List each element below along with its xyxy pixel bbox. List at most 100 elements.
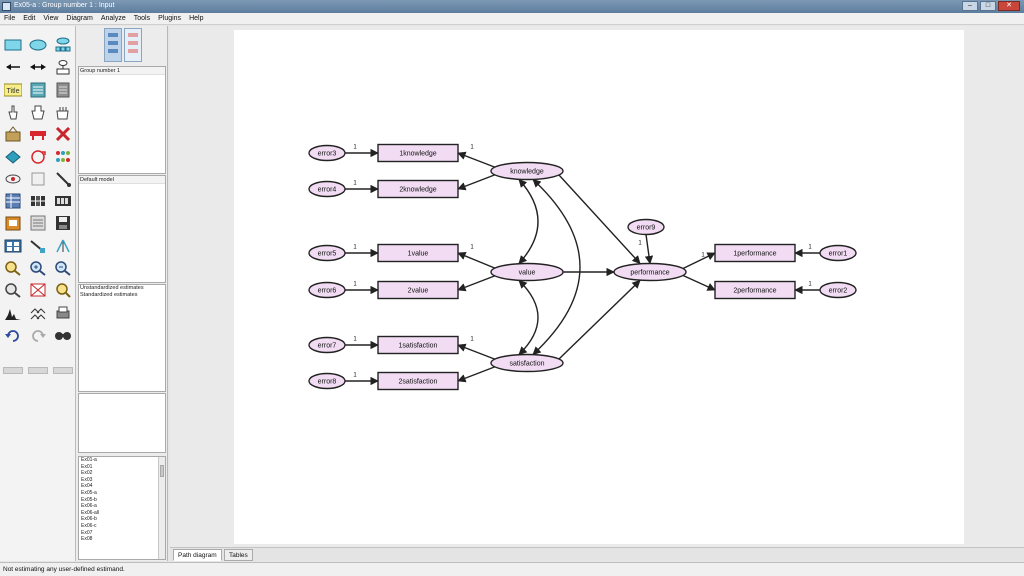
tool-undo-button[interactable]	[3, 326, 23, 344]
tool-bayesian-button[interactable]	[3, 304, 23, 322]
observed-variable-label: 2satisfaction	[399, 378, 438, 385]
menu-analyze[interactable]: Analyze	[97, 13, 130, 24]
menu-file[interactable]: File	[0, 13, 19, 24]
tool-deselect-button[interactable]	[53, 103, 73, 121]
tool-preserve-symmetries-button[interactable]	[53, 237, 73, 255]
groups-panel: Group number 1	[78, 66, 166, 174]
structural-arrow	[558, 279, 641, 360]
tool-zoom-out-button[interactable]	[53, 259, 73, 277]
minimize-button[interactable]: –	[962, 1, 978, 11]
file-item[interactable]: Ex06-b	[79, 516, 165, 523]
view-input-button[interactable]	[104, 28, 122, 62]
tool-select-one-button[interactable]	[3, 103, 23, 121]
toolbox-tab-1[interactable]	[3, 367, 23, 374]
tool-single-arrow-button[interactable]	[3, 58, 23, 76]
view-output-button[interactable]	[124, 28, 142, 62]
group-item[interactable]: Group number 1	[79, 67, 165, 75]
menu-view[interactable]: View	[39, 13, 62, 24]
rectangle-icon	[4, 39, 22, 51]
tool-rectangle-button[interactable]	[3, 36, 23, 54]
tool-move-parameters-button[interactable]	[3, 170, 23, 188]
tool-object-properties-button[interactable]	[3, 237, 23, 255]
menu-tools[interactable]: Tools	[130, 13, 154, 24]
tool-unique-variable-button[interactable]	[53, 58, 73, 76]
loading-arrow	[457, 343, 498, 361]
tool-drag-properties-button[interactable]	[28, 237, 48, 255]
tool-title-button[interactable]: Title	[3, 81, 23, 99]
tool-list-variables-button[interactable]	[28, 81, 48, 99]
tool-touch-up-button[interactable]	[53, 170, 73, 188]
error-term-label: error4	[318, 186, 337, 193]
tool-zoom-area-button[interactable]	[3, 259, 23, 277]
file-item[interactable]: Ex04	[79, 483, 165, 490]
tool-copy-button[interactable]	[3, 125, 23, 143]
menu-plugins[interactable]: Plugins	[154, 13, 185, 24]
menu-help[interactable]: Help	[185, 13, 207, 24]
file-item[interactable]: Ex01-a	[79, 457, 165, 464]
multiple-group-icon	[30, 307, 46, 319]
path-weight-label: 1	[353, 282, 357, 288]
maximize-button[interactable]: □	[980, 1, 996, 11]
redo-icon	[32, 330, 46, 342]
menu-diagram[interactable]: Diagram	[62, 13, 96, 24]
tool-print-button[interactable]	[53, 304, 73, 322]
tool-erase-button[interactable]	[53, 125, 73, 143]
toolbox-tab-2[interactable]	[28, 367, 48, 374]
standardized-item[interactable]: Standardized estimates	[79, 292, 165, 299]
tool-reflect-button[interactable]	[53, 148, 73, 166]
tool-data-files-button[interactable]	[3, 192, 23, 210]
tool-ellipse-button[interactable]	[28, 36, 48, 54]
file-item[interactable]: Ex02	[79, 470, 165, 477]
move-icon	[30, 131, 46, 141]
tool-list-dataset-button[interactable]	[53, 81, 73, 99]
tool-calculate-estimates-button[interactable]	[53, 192, 73, 210]
file-item[interactable]: Ex06-c	[79, 523, 165, 530]
zoom-in-icon	[30, 261, 46, 276]
file-item[interactable]: Ex03	[79, 477, 165, 484]
tool-analysis-properties-button[interactable]	[28, 192, 48, 210]
close-button[interactable]: ✕	[998, 1, 1020, 11]
tool-fit-page-button[interactable]	[28, 281, 48, 299]
error-term-label: error6	[318, 287, 337, 294]
error-term-label: error9	[637, 224, 656, 231]
tool-loupe-button[interactable]	[53, 281, 73, 299]
erase-icon	[55, 127, 71, 142]
unstandardized-item[interactable]: Unstandardized estimates	[79, 285, 165, 292]
tool-zoom-page-button[interactable]	[3, 281, 23, 299]
tool-scroll-button[interactable]	[28, 170, 48, 188]
file-item[interactable]: Ex05-a	[79, 490, 165, 497]
file-item[interactable]: Ex06-all	[79, 510, 165, 517]
tab-path-diagram[interactable]: Path diagram	[173, 549, 222, 561]
file-list-scrollbar[interactable]	[158, 457, 165, 559]
tool-specification-search-button[interactable]	[53, 326, 73, 344]
tool-save-button[interactable]	[53, 214, 73, 232]
tool-move-button[interactable]	[28, 125, 48, 143]
tool-rotate-button[interactable]	[28, 148, 48, 166]
tool-select-all-button[interactable]	[28, 103, 48, 121]
file-item[interactable]: Ex05-b	[79, 497, 165, 504]
tool-indicator-button[interactable]	[53, 36, 73, 54]
model-item[interactable]: Default model	[79, 176, 165, 184]
tool-multiple-group-button[interactable]	[28, 304, 48, 322]
menu-edit[interactable]: Edit	[19, 13, 39, 24]
path-weight-label: 1	[353, 181, 357, 187]
tool-view-text-button[interactable]	[28, 214, 48, 232]
tool-double-arrow-button[interactable]	[28, 58, 48, 76]
file-item[interactable]: Ex06-a	[79, 503, 165, 510]
tool-copy-clipboard-button[interactable]	[3, 214, 23, 232]
tool-zoom-in-button[interactable]	[28, 259, 48, 277]
analysis-properties-icon	[31, 196, 45, 207]
tab-tables[interactable]: Tables	[224, 549, 253, 561]
tool-redo-button[interactable]	[28, 326, 48, 344]
view-tabs: Path diagram Tables	[170, 547, 1024, 561]
path-weight-label: 1	[808, 245, 812, 251]
toolbox-tab-3[interactable]	[53, 367, 73, 374]
path-weight-label: 1	[638, 241, 642, 247]
file-item[interactable]: Ex07	[79, 530, 165, 537]
side-panel: Group number 1 Default model Unstandardi…	[76, 26, 168, 561]
undo-icon	[5, 330, 19, 342]
tool-resize-button[interactable]	[3, 148, 23, 166]
file-item[interactable]: Ex08	[79, 536, 165, 543]
error-term-label: error1	[829, 250, 848, 257]
file-item[interactable]: Ex01	[79, 464, 165, 471]
